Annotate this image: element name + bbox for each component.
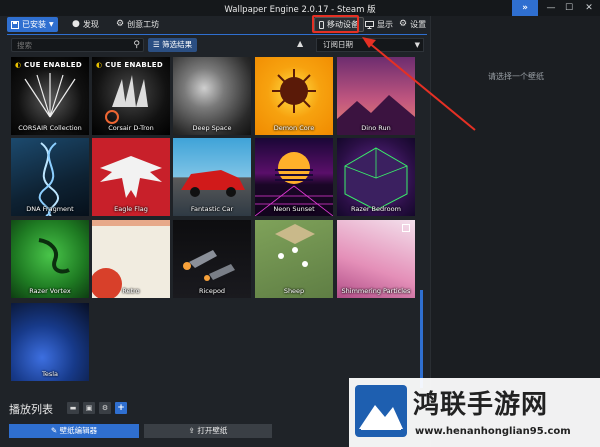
wallpaper-tile[interactable]: Shimmering Particles [337,220,415,298]
wallpaper-title: Neon Sunset [273,205,315,213]
wallpaper-tile[interactable]: Razer Bedroom [337,138,415,216]
list-icon: ☰ [153,40,160,49]
wallpaper-title: Ricepod [198,287,226,295]
wallpaper-editor-button[interactable]: ✎ 壁纸编辑器 [9,424,139,438]
folder-icon[interactable]: ▬ [67,402,79,414]
monitor-icon [365,20,374,29]
close-icon[interactable]: ✕ [576,0,600,16]
tab-installed-label: 已安装 [22,20,46,29]
select-checkbox[interactable] [402,224,410,232]
wallpaper-title: Deep Space [192,124,232,132]
playlist-title: 播放列表 [9,403,53,416]
display-label: 显示 [377,20,393,29]
save-playlist-icon[interactable]: ▣ [83,402,95,414]
display-button[interactable]: 显示 [361,17,397,32]
wallpaper-title: Sheep [283,287,305,295]
window-title: Wallpaper Engine 2.0.17 - Steam 版 [224,5,376,15]
wallpaper-editor-label: 壁纸编辑器 [59,426,98,435]
wallpaper-tile[interactable]: Razer Vortex [11,220,89,298]
tab-discover[interactable]: ● 发现 [68,17,103,32]
wallpaper-title: Eagle Flag [114,205,148,213]
wallpaper-title: CORSAIR Collection [18,124,82,132]
save-icon [11,20,19,29]
wallpaper-tile[interactable]: Sheep [255,220,333,298]
tab-workshop[interactable]: ⚙ 创意工坊 [112,17,163,32]
wallpaper-tile[interactable]: Neon Sunset [255,138,333,216]
wallpaper-tile[interactable]: ◐ CUE ENABLED Corsair D-Tron [92,57,170,135]
wallpaper-tile[interactable]: Fantastic Car [173,138,251,216]
tab-installed[interactable]: 已安装 ▼ [7,17,58,32]
cue-badge: ◐ CUE ENABLED [15,61,82,69]
wallpaper-tile[interactable]: Deep Space [173,57,251,135]
compass-icon: ● [72,19,80,29]
wallpaper-title: Corsair D-Tron [108,124,154,132]
settings-label: 设置 [410,20,427,29]
tab-discover-label: 发现 [82,20,99,29]
wallpaper-title: Shimmering Particles [341,287,411,295]
grid-scrollbar[interactable] [420,290,423,388]
select-wallpaper-hint: 请选择一个壁纸 [488,72,544,81]
wallpaper-tile[interactable]: Dino Run [337,57,415,135]
settings-button[interactable]: ⚙ 设置 [395,17,430,32]
filter-results-button[interactable]: ☰ 筛选结果 [148,38,198,52]
tab-workshop-label: 创意工坊 [127,20,160,29]
open-wallpaper-button[interactable]: ⇪ 打开壁纸 [144,424,272,438]
search-icon[interactable]: ⚲ [133,40,140,50]
wallpaper-title: Dino Run [361,124,391,132]
wallpaper-tile[interactable]: Ricepod [173,220,251,298]
playlist-settings-icon[interactable]: ⚙ [99,402,111,414]
wallpaper-grid: ◐ CUE ENABLED CORSAIR Collection ◐ CUE E… [11,57,416,387]
open-wallpaper-label: 打开壁纸 [197,426,228,435]
watermark-name: 鸿联手游网 [413,390,549,420]
title-bar: Wallpaper Engine 2.0.17 - Steam 版 » — ☐ … [0,0,600,16]
chevron-down-icon: ▼ [414,41,420,49]
expand-panel-icon[interactable]: » [512,0,538,16]
sort-direction-icon[interactable]: ▲ [297,39,303,48]
watermark-url: www.henanhonglian95.com [415,426,571,437]
wallpaper-tile[interactable]: Tesla [11,303,89,381]
wallpaper-tile[interactable]: Retro [92,220,170,298]
site-watermark: 鸿联手游网 www.henanhonglian95.com [349,378,600,447]
wallpaper-tile[interactable]: ◐ CUE ENABLED CORSAIR Collection [11,57,89,135]
chevron-down-icon: ▼ [49,21,54,28]
main-toolbar: 已安装 ▼ ● 发现 ⚙ 创意工坊 移动设备 显示 ⚙ 设置 [0,16,426,34]
gear-icon: ⚙ [399,19,408,29]
cue-badge: ◐ CUE ENABLED [96,61,163,69]
editor-icon: ✎ [50,426,60,435]
wallpaper-title: Razer Bedroom [351,205,401,213]
app-window: Wallpaper Engine 2.0.17 - Steam 版 » — ☐ … [0,0,600,447]
search-box[interactable]: ⚲ [11,38,144,52]
wallpaper-tile[interactable]: DNA Fragment [11,138,89,216]
wallpaper-title: Razer Vortex [29,287,71,295]
sort-select[interactable]: 订阅日期 ▼ [316,38,424,52]
wallpaper-title: DNA Fragment [26,205,74,213]
sort-select-value: 订阅日期 [323,40,353,49]
add-icon[interactable]: + [115,402,127,414]
wallpaper-title: Tesla [41,370,59,378]
wallpaper-title: Fantastic Car [190,205,234,213]
site-logo [355,385,407,437]
annotation-highlight-box [312,15,359,33]
search-input[interactable] [12,39,124,51]
wallpaper-title: Retro [122,287,140,295]
wallpaper-title: Demon Core [273,124,315,132]
mountain-logo-image [359,405,403,430]
steam-icon: ⚙ [116,19,125,29]
wallpaper-tile[interactable]: Eagle Flag [92,138,170,216]
wallpaper-tile[interactable]: Demon Core [255,57,333,135]
toolbar-divider [7,34,427,35]
filter-results-label: 筛选结果 [162,40,193,49]
